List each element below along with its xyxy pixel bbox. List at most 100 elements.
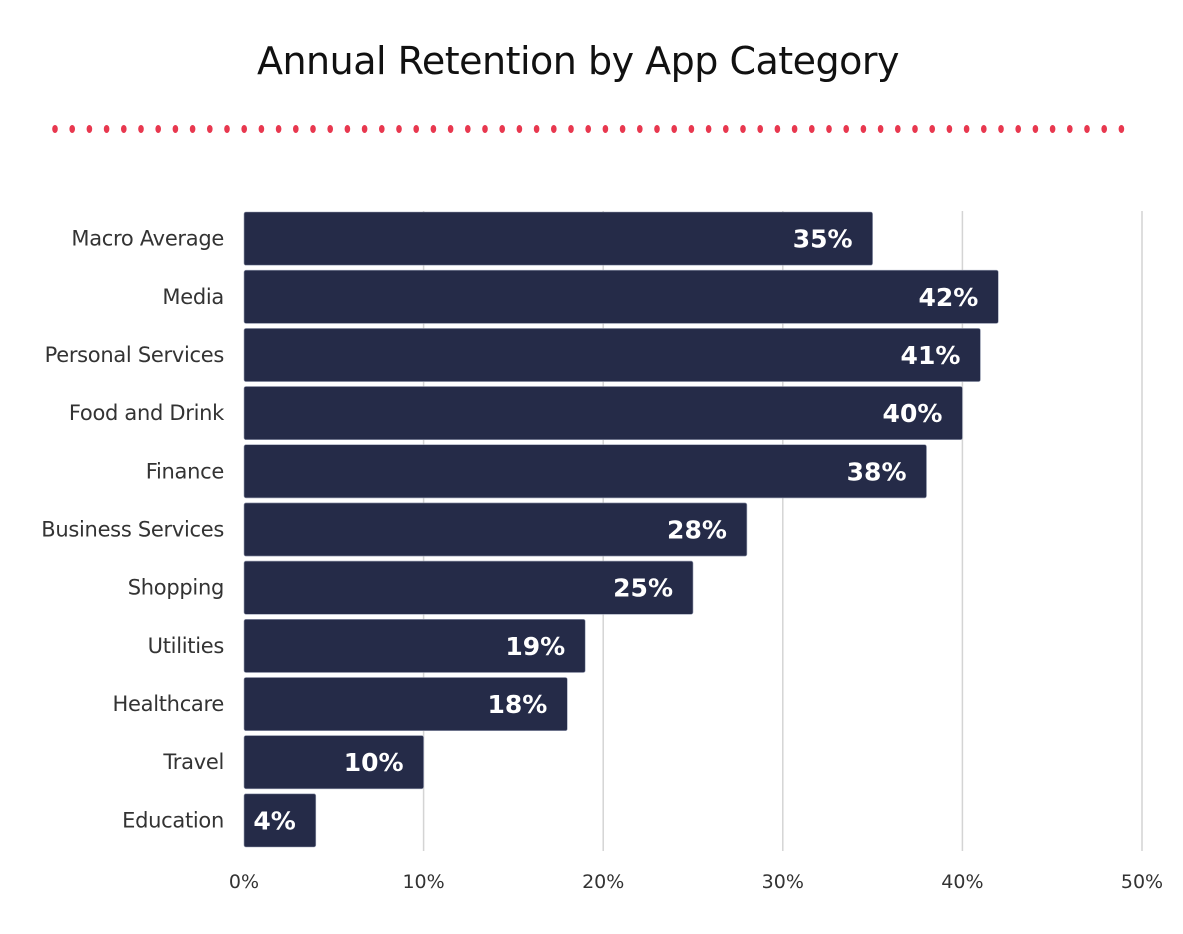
data-label: 19% bbox=[505, 632, 565, 661]
data-label: 42% bbox=[918, 283, 978, 312]
divider-dot bbox=[224, 125, 230, 133]
x-axis-tick-labels: 0% 10% 20% 30% 40% 50% bbox=[229, 871, 1163, 893]
divider-dot bbox=[585, 125, 591, 133]
divider-dot bbox=[121, 125, 127, 133]
data-label: 25% bbox=[613, 574, 673, 603]
divider-dot bbox=[1032, 125, 1039, 133]
divider-dot bbox=[654, 125, 660, 133]
divider-dot bbox=[929, 125, 935, 133]
category-label: Education bbox=[122, 808, 224, 832]
divider-dot bbox=[293, 125, 299, 133]
divider-dot bbox=[86, 125, 93, 133]
data-label: 40% bbox=[883, 399, 943, 428]
divider-dot bbox=[396, 125, 402, 133]
bar bbox=[243, 269, 999, 324]
divider-dot bbox=[1049, 125, 1056, 133]
divider-dot bbox=[688, 125, 695, 133]
divider-dot bbox=[69, 125, 75, 133]
divider-dot bbox=[344, 125, 351, 133]
divider-dot bbox=[207, 125, 213, 133]
category-label: Business Services bbox=[41, 518, 224, 542]
x-tick-label: 50% bbox=[1121, 871, 1163, 893]
divider-dot bbox=[912, 125, 918, 133]
divider-dot bbox=[946, 125, 953, 133]
divider-dot bbox=[791, 125, 798, 133]
divider-dot bbox=[843, 125, 849, 133]
category-label: Shopping bbox=[128, 576, 224, 600]
divider-dot bbox=[998, 125, 1004, 133]
divider-dot bbox=[189, 125, 196, 133]
divider-dot bbox=[568, 125, 574, 133]
chart-title: Annual Retention by App Category bbox=[257, 39, 899, 83]
category-label: Finance bbox=[146, 459, 224, 483]
divider-dot bbox=[1067, 125, 1073, 133]
divider-dot bbox=[430, 125, 437, 133]
divider-dot bbox=[1084, 125, 1090, 133]
divider-dot bbox=[637, 125, 643, 133]
bar bbox=[243, 386, 963, 441]
divider-dot bbox=[602, 125, 609, 133]
divider-dot bbox=[103, 125, 110, 133]
dotted-divider bbox=[52, 125, 1125, 133]
divider-dot bbox=[258, 125, 265, 133]
divider-dot bbox=[447, 125, 454, 133]
divider-dot bbox=[877, 125, 884, 133]
x-tick-label: 0% bbox=[229, 871, 259, 893]
category-label: Travel bbox=[162, 750, 224, 774]
divider-dot bbox=[52, 125, 58, 133]
divider-dot bbox=[533, 125, 540, 133]
divider-dot bbox=[895, 125, 901, 133]
divider-dot bbox=[172, 125, 179, 133]
divider-dot bbox=[275, 125, 282, 133]
bar bbox=[243, 328, 981, 382]
bar-chart: Annual Retention by App Category Macro A… bbox=[41, 39, 1163, 893]
data-label: 4% bbox=[253, 806, 295, 835]
x-tick-label: 40% bbox=[941, 871, 983, 893]
data-label: 38% bbox=[847, 457, 907, 486]
divider-dot bbox=[671, 125, 677, 133]
divider-dot bbox=[516, 125, 523, 133]
divider-dot bbox=[379, 125, 385, 133]
data-label: 18% bbox=[487, 690, 547, 719]
divider-dot bbox=[809, 125, 815, 133]
divider-dot bbox=[241, 125, 247, 133]
x-tick-label: 30% bbox=[762, 871, 804, 893]
category-label: Media bbox=[162, 285, 224, 309]
divider-dot bbox=[551, 125, 557, 133]
divider-dot bbox=[757, 125, 763, 133]
category-label: Utilities bbox=[148, 634, 224, 658]
data-label: 35% bbox=[793, 225, 853, 254]
category-label: Food and Drink bbox=[69, 401, 225, 425]
divider-dot bbox=[499, 125, 506, 133]
category-label: Macro Average bbox=[71, 227, 224, 251]
bar bbox=[243, 211, 873, 266]
divider-dot bbox=[963, 125, 970, 133]
divider-dot bbox=[361, 125, 368, 133]
category-label: Healthcare bbox=[113, 692, 224, 716]
category-labels: Macro Average Media Personal Services Food … bbox=[41, 227, 225, 833]
divider-dot bbox=[138, 125, 144, 133]
bar bbox=[243, 444, 927, 499]
x-tick-label: 10% bbox=[402, 871, 444, 893]
divider-dot bbox=[860, 125, 867, 133]
divider-dot bbox=[327, 125, 334, 133]
data-label: 28% bbox=[667, 516, 727, 545]
divider-dot bbox=[1118, 125, 1125, 133]
divider-dot bbox=[1101, 125, 1107, 133]
category-label: Personal Services bbox=[45, 343, 224, 367]
divider-dot bbox=[619, 125, 626, 133]
divider-dot bbox=[774, 125, 781, 133]
data-label: 10% bbox=[344, 748, 404, 777]
divider-dot bbox=[981, 125, 987, 133]
data-label: 41% bbox=[901, 341, 961, 370]
divider-dot bbox=[740, 125, 746, 133]
divider-dot bbox=[465, 125, 471, 133]
divider-dot bbox=[155, 125, 161, 133]
divider-dot bbox=[723, 125, 729, 133]
divider-dot bbox=[413, 125, 420, 133]
divider-dot bbox=[482, 125, 488, 133]
divider-dot bbox=[1015, 125, 1021, 133]
divider-dot bbox=[310, 125, 316, 133]
divider-dot bbox=[826, 125, 832, 133]
x-tick-label: 20% bbox=[582, 871, 624, 893]
